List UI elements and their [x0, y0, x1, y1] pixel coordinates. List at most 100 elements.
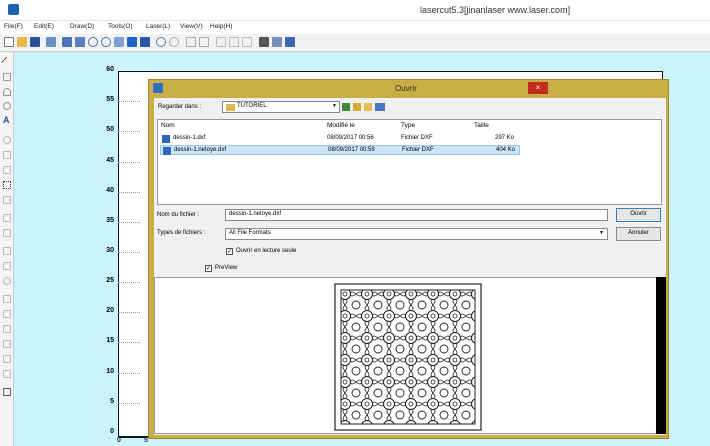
file-size: 404 Ko	[496, 147, 516, 153]
menu-edit[interactable]: Edit(E)	[34, 23, 54, 30]
text-tool-icon[interactable]: A	[3, 116, 11, 125]
preview-label: PreView	[215, 265, 238, 271]
preview-icon[interactable]	[259, 37, 269, 47]
align-icon[interactable]	[242, 37, 252, 47]
window-title: lasercut5.3[jinanlaser www.laser.com]	[420, 5, 571, 15]
dialog-title-bar[interactable]: Ouvrir	[149, 80, 668, 98]
ellipse-tool-icon[interactable]	[3, 102, 11, 110]
distribute-tool-icon[interactable]	[3, 166, 11, 174]
import-icon[interactable]	[46, 37, 56, 47]
menu-tools[interactable]: Tools(O)	[108, 23, 133, 30]
select-icon[interactable]	[62, 37, 72, 47]
file-list[interactable]: Nom Modifié le Type Taille dessin-1.dxf …	[157, 119, 662, 205]
y-tick-label: 5	[110, 398, 114, 405]
zoom-out-icon[interactable]	[101, 37, 111, 47]
node-edit-icon[interactable]	[75, 37, 85, 47]
save-icon[interactable]	[30, 37, 40, 47]
mirror-icon[interactable]	[216, 37, 226, 47]
preview-pattern-image	[334, 283, 482, 431]
grid-line	[118, 192, 140, 193]
column-header-type[interactable]: Type	[401, 122, 415, 129]
same-width-tool-icon[interactable]	[3, 247, 11, 255]
column-header-size[interactable]: Taille	[474, 122, 489, 129]
zoom-all-icon[interactable]	[140, 37, 150, 47]
wave-tool-icon[interactable]	[3, 277, 11, 285]
filetype-label: Types de fichiers :	[157, 230, 206, 236]
file-row[interactable]: dessin-1.dxf 08/09/2017 00:56 Fichier DX…	[160, 134, 520, 144]
view-menu-icon[interactable]	[375, 103, 385, 111]
file-modified: 08/09/2017 00:56	[327, 135, 374, 141]
zoom-fit-icon[interactable]	[127, 37, 137, 47]
column-header-name[interactable]: Nom	[161, 122, 175, 129]
align-left-tool-icon[interactable]	[3, 196, 11, 204]
column-header-modified[interactable]: Modifié le	[327, 122, 355, 129]
folder-icon	[226, 104, 235, 111]
look-in-select[interactable]: TUTORIEL ▼	[222, 101, 340, 113]
preview-scrollbar[interactable]	[656, 277, 666, 434]
close-icon[interactable]: ×	[528, 82, 548, 94]
menu-draw[interactable]: Draw(D)	[70, 23, 94, 30]
h-spacing-tool-icon[interactable]	[3, 295, 11, 303]
up-folder-icon[interactable]	[353, 103, 361, 111]
y-tick-label: 40	[106, 187, 114, 194]
grid-line	[118, 342, 140, 343]
open-button[interactable]: Ouvrir	[616, 208, 661, 222]
title-bar: lasercut5.3[jinanlaser www.laser.com]	[0, 0, 710, 21]
rotate-icon[interactable]	[229, 37, 239, 47]
menu-help[interactable]: Help(H)	[210, 23, 232, 30]
simulate-icon[interactable]	[272, 37, 282, 47]
h-center-tool-icon[interactable]	[3, 325, 11, 333]
grid-line	[118, 222, 140, 223]
y-tick-label: 55	[106, 96, 114, 103]
file-row-selected[interactable]: dessin-1.netoye.dxf 08/09/2017 00:59 Fic…	[160, 145, 520, 155]
menu-bar: File(F) Edit(E) Draw(D) Tools(O) Laser(L…	[0, 21, 710, 34]
filetype-select[interactable]: All File Formats ▼	[225, 228, 608, 240]
v-align-tool-icon[interactable]	[3, 370, 11, 378]
v-center-tool-icon[interactable]	[3, 340, 11, 348]
line-tool-icon[interactable]	[1, 56, 13, 68]
readonly-checkbox[interactable]: ✓	[226, 248, 233, 255]
back-icon[interactable]	[342, 103, 350, 111]
open-folder-icon[interactable]	[17, 37, 27, 47]
grid-line	[118, 403, 140, 404]
grid-line	[118, 312, 140, 313]
y-tick-label: 30	[106, 247, 114, 254]
chevron-down-icon: ▼	[332, 103, 337, 109]
align-center-tool-icon[interactable]	[3, 229, 11, 237]
preview-checkbox[interactable]: ✓	[205, 265, 212, 272]
pan-hand-icon[interactable]	[114, 37, 124, 47]
cancel-button[interactable]: Annuler	[616, 227, 661, 241]
layer-tool-icon[interactable]	[3, 388, 11, 396]
group-icon[interactable]	[186, 37, 196, 47]
zoom-in-icon[interactable]	[88, 37, 98, 47]
y-tick-label: 0	[110, 428, 114, 435]
rectangle-tool-icon[interactable]	[3, 73, 11, 81]
menu-view[interactable]: View(V)	[180, 23, 203, 30]
curve-tool-icon[interactable]	[3, 88, 11, 96]
grid-line	[118, 282, 140, 283]
align-top-tool-icon[interactable]	[3, 214, 11, 222]
undo-icon[interactable]	[156, 37, 166, 47]
file-modified: 08/09/2017 00:59	[328, 147, 375, 153]
rotate-tool-icon[interactable]	[3, 136, 11, 144]
settings-icon[interactable]	[285, 37, 295, 47]
v-spacing-tool-icon[interactable]	[3, 310, 11, 318]
drawing-tools-panel: A	[0, 52, 14, 446]
new-file-icon[interactable]	[4, 37, 14, 47]
h-align-tool-icon[interactable]	[3, 355, 11, 363]
dialog-app-icon	[153, 83, 163, 93]
filename-input[interactable]: dessin-1.netoye.dxf	[225, 209, 608, 221]
same-height-tool-icon[interactable]	[3, 262, 11, 270]
node-tool-icon[interactable]	[3, 181, 11, 189]
readonly-label: Ouvrir en lecture seule	[236, 248, 297, 254]
array-tool-icon[interactable]	[3, 151, 11, 159]
redo-icon[interactable]	[169, 37, 179, 47]
menu-file[interactable]: File(F)	[4, 23, 23, 30]
new-folder-icon[interactable]	[364, 103, 372, 111]
y-tick-label: 10	[106, 368, 114, 375]
grid-line	[118, 131, 140, 132]
look-in-value: TUTORIEL	[237, 103, 267, 109]
menu-laser[interactable]: Laser(L)	[146, 23, 170, 30]
grid-line	[118, 252, 140, 253]
ungroup-icon[interactable]	[199, 37, 209, 47]
